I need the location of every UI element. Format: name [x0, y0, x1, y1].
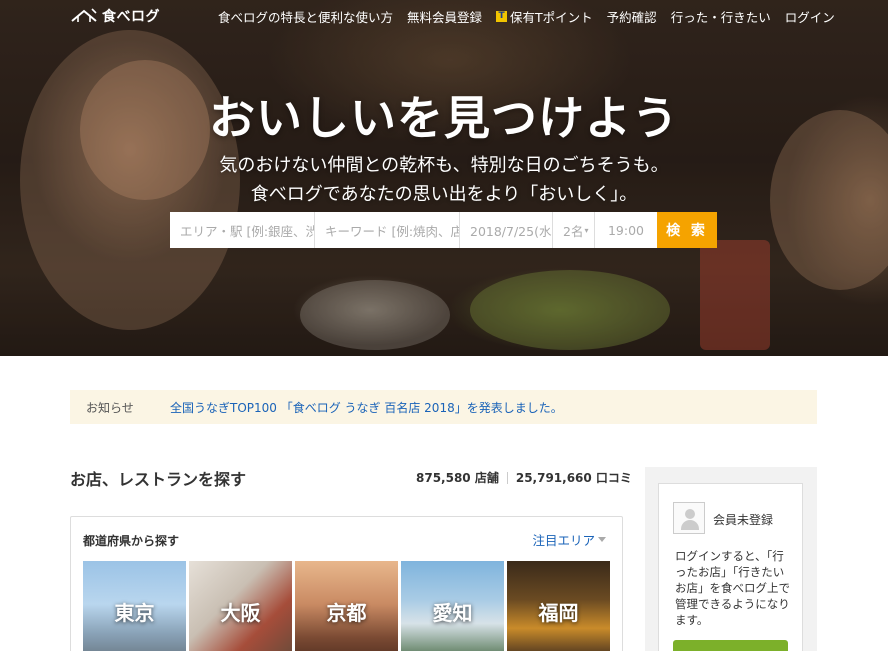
site-stats: 875,580 店舗 25,791,660 口コミ [416, 469, 632, 486]
attention-area-label: 注目エリア [532, 533, 595, 548]
prefecture-tiles: 東京 大阪 京都 愛知 福岡 [83, 561, 610, 651]
sidebar: 会員未登録 ログインすると、「行ったお店」「行きたいお店」を食べログ上で管理でき… [645, 467, 817, 651]
keyword-input[interactable]: キーワード [例:焼肉、店 [315, 212, 460, 248]
prefecture-tile-osaka[interactable]: 大阪 [189, 561, 292, 651]
prefecture-tile-fukuoka[interactable]: 福岡 [507, 561, 610, 651]
prefecture-tile-aichi[interactable]: 愛知 [401, 561, 504, 651]
people-value: 2名 [563, 223, 584, 239]
prefecture-label: 愛知 [432, 601, 473, 625]
logo-icon [70, 7, 98, 25]
tpoint-icon: T [496, 11, 508, 22]
nav-tpoint-label: 保有Tポイント [510, 10, 593, 25]
attention-area-dropdown[interactable]: 注目エリア [532, 530, 606, 549]
store-count: 875,580 店舗 [416, 471, 499, 485]
hero-headline: おいしいを見つけよう [209, 91, 679, 145]
avatar-icon [673, 502, 705, 534]
login-button[interactable] [673, 640, 788, 651]
hero-subtitle-1: 気のおけない仲間との乾杯も、特別な日のごちそうも。 [219, 155, 669, 176]
people-select[interactable]: 2名 ▾ [553, 212, 595, 248]
nav-visited-wishlist[interactable]: 行った・行きたい [671, 7, 771, 26]
prefecture-panel: 都道府県から探す 注目エリア 東京 大阪 京都 愛知 福岡 [70, 516, 623, 651]
chevron-down-icon [598, 537, 606, 542]
chevron-down-icon: ▾ [584, 225, 589, 235]
hero-subtitle-2: 食べログであなたの思い出をより「おいしく」。 [250, 184, 638, 205]
review-count: 25,791,660 口コミ [515, 471, 632, 485]
search-button[interactable]: 検 索 [657, 212, 717, 248]
prefecture-label: 京都 [326, 601, 367, 625]
section-title: お店、レストランを探す [70, 470, 247, 489]
member-description: ログインすると、「行ったお店」「行きたいお店」を食べログ上で管理できるようになり… [675, 549, 790, 627]
prefecture-title: 都道府県から探す [83, 534, 180, 548]
notice-bar: お知らせ 全国うなぎTOP100 「食べログ うなぎ 百名店 2018」を発表し… [70, 390, 817, 424]
member-box: 会員未登録 ログインすると、「行ったお店」「行きたいお店」を食べログ上で管理でき… [658, 483, 803, 651]
nav-login[interactable]: ログイン [785, 7, 835, 26]
search-bar: エリア・駅 [例:銀座、渋 キーワード [例:焼肉、店 2018/7/25(水 … [170, 212, 717, 248]
area-input[interactable]: エリア・駅 [例:銀座、渋 [170, 212, 315, 248]
time-select[interactable]: 19:00 [595, 212, 657, 248]
date-select[interactable]: 2018/7/25(水 [460, 212, 553, 248]
hero-banner: 食べログ 食べログの特長と便利な使い方 無料会員登録 T 保有Tポイント 予約確… [0, 0, 888, 356]
tabelog-logo[interactable]: 食べログ [70, 6, 160, 26]
prefecture-label: 大阪 [220, 601, 261, 625]
notice-label: お知らせ [86, 400, 134, 415]
nav-tpoint[interactable]: T 保有Tポイント [496, 7, 593, 26]
top-nav: 食べログの特長と便利な使い方 無料会員登録 T 保有Tポイント 予約確認 行った… [218, 7, 835, 26]
member-status: 会員未登録 [713, 513, 774, 527]
nav-register[interactable]: 無料会員登録 [407, 7, 482, 26]
notice-link[interactable]: 全国うなぎTOP100 「食べログ うなぎ 百名店 2018」を発表しました。 [170, 399, 563, 416]
prefecture-label: 福岡 [538, 601, 579, 625]
prefecture-label: 東京 [114, 601, 155, 625]
nav-reservations[interactable]: 予約確認 [607, 7, 657, 26]
logo-text: 食べログ [102, 9, 160, 25]
prefecture-tile-kyoto[interactable]: 京都 [295, 561, 398, 651]
divider [506, 471, 508, 484]
nav-features[interactable]: 食べログの特長と便利な使い方 [218, 7, 393, 26]
prefecture-tile-tokyo[interactable]: 東京 [83, 561, 186, 651]
